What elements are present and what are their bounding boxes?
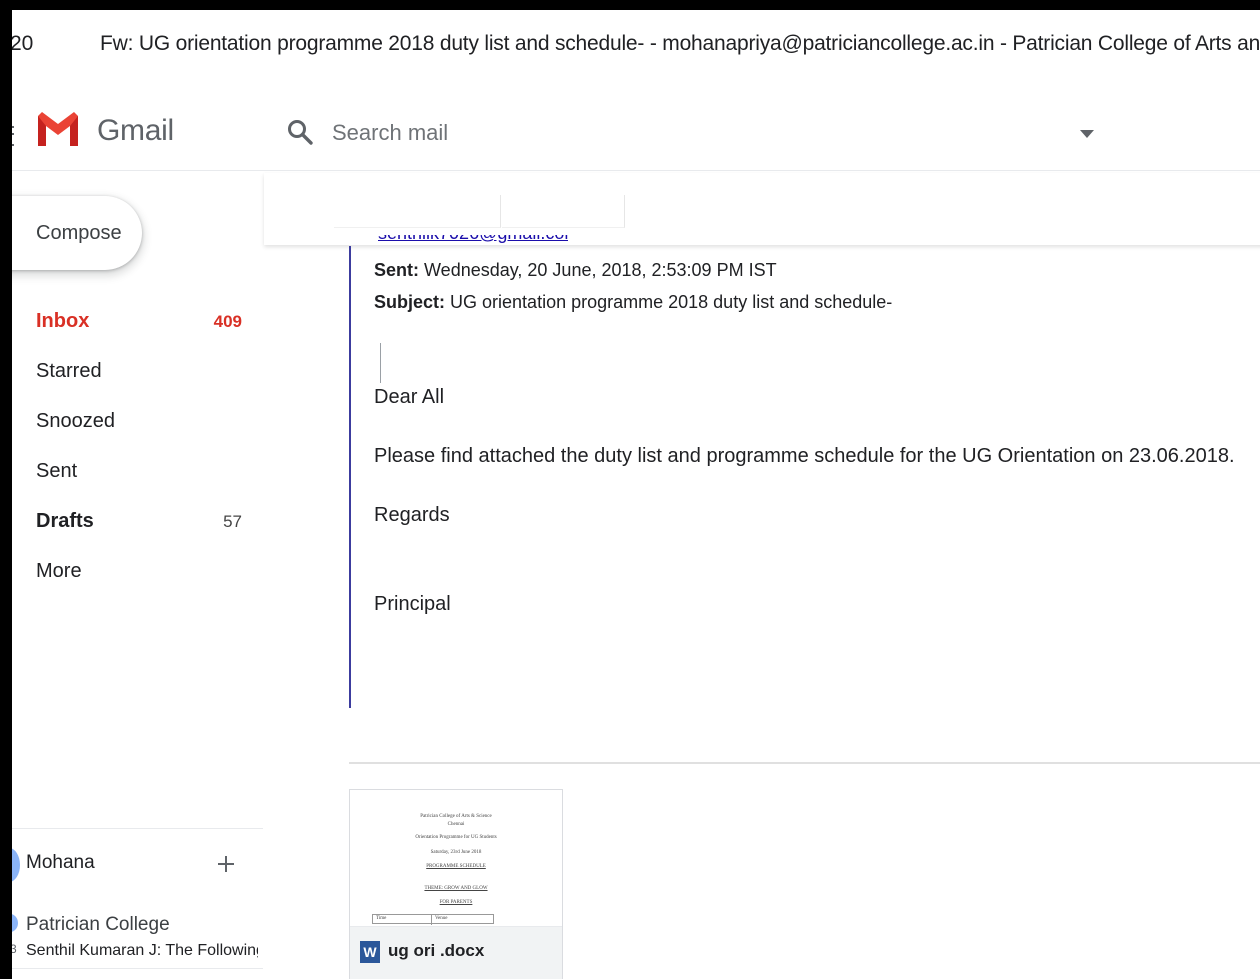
preview-line: THEME: GROW AND GLOW: [424, 886, 488, 891]
subject-label: Subject:: [374, 292, 446, 312]
sidebar-divider: [12, 828, 263, 829]
gmail-header: Gmail: [12, 78, 1260, 171]
sidebar-item-label: Sent: [36, 460, 78, 482]
attachment-card[interactable]: Patrician College of Arts & Science Chen…: [349, 789, 563, 979]
preview-line: Orientation Programme for UG Students: [415, 835, 497, 840]
gmail-window: 20 Fw: UG orientation programme 2018 dut…: [12, 10, 1260, 979]
drafts-count: 57: [223, 512, 242, 531]
preview-line: FOR PARENTS: [439, 900, 473, 905]
preview-line: Patrician College of Arts & Science: [420, 814, 492, 819]
sidebar-item-label: Starred: [36, 360, 102, 382]
email-signature: Principal: [374, 593, 451, 615]
sidebar-item-more[interactable]: More: [12, 550, 262, 600]
subject-value: UG orientation programme 2018 duty list …: [450, 292, 893, 312]
word-doc-icon: W: [360, 941, 380, 963]
unread-count: 409: [213, 312, 242, 331]
gmail-logo[interactable]: [34, 108, 82, 148]
window-title: Fw: UG orientation programme 2018 duty l…: [100, 32, 1260, 55]
search-icon[interactable]: [286, 118, 314, 146]
chat-count: 3: [12, 942, 17, 956]
sidebar-item-drafts[interactable]: Drafts 57: [12, 500, 262, 550]
toolbar-tab[interactable]: [502, 195, 625, 228]
chat-snippet: Senthil Kumaran J: The Following fa: [26, 942, 258, 959]
sidebar-item-label: Inbox: [36, 310, 90, 332]
attachment-preview[interactable]: Patrician College of Arts & Science Chen…: [350, 790, 562, 926]
preview-table-header: Time: [376, 916, 387, 921]
sent-label: Sent:: [374, 260, 419, 280]
from-email-link[interactable]: senthilk7026@gmail.com: [378, 235, 568, 249]
preview-line: Saturday, 23rd June 2018: [430, 850, 482, 855]
preview-table: Time Venue: [372, 914, 494, 925]
gmail-logo-text: Gmail: [97, 114, 174, 147]
chat-divider: [12, 968, 263, 969]
sidebar-item-inbox[interactable]: Inbox 409: [12, 300, 262, 350]
hangouts-user-name: Mohana: [26, 852, 95, 873]
sent-line: Sent: Wednesday, 20 June, 2018, 2:53:09 …: [374, 260, 777, 281]
preview-line: PROGRAMME SCHEDULE: [426, 864, 486, 869]
attachments-divider: [349, 762, 1260, 764]
quote-bar: [349, 246, 351, 708]
email-greeting: Dear All: [374, 386, 445, 408]
sidebar-item-sent[interactable]: Sent: [12, 450, 262, 500]
menu-icon[interactable]: [12, 126, 14, 146]
avatar: [12, 914, 18, 932]
from-email-text[interactable]: senthilk7026@gmail.com: [378, 235, 568, 244]
sidebar-item-label: Snoozed: [36, 410, 115, 432]
attachment-footer[interactable]: W ug ori .docx: [350, 926, 562, 979]
toolbar-tab[interactable]: [334, 195, 501, 228]
window-title-bar: 20 Fw: UG orientation programme 2018 dut…: [12, 10, 1260, 78]
sidebar-item-snoozed[interactable]: Snoozed: [12, 400, 262, 450]
preview-table-header: Venue: [435, 916, 448, 921]
preview-line: Chennai: [447, 822, 465, 827]
sidebar-item-label: Drafts: [36, 510, 94, 532]
search-input[interactable]: [330, 116, 1034, 150]
chat-title: Patrician College: [26, 914, 170, 935]
tab-number: 20: [12, 32, 34, 55]
plus-icon[interactable]: [216, 854, 236, 874]
text-caret: [380, 343, 381, 383]
sidebar-nav: Inbox 409 Starred Snoozed Sent Drafts 57…: [12, 300, 262, 600]
sent-value: Wednesday, 20 June, 2018, 2:53:09 PM IST: [424, 260, 777, 280]
attachment-name: ug ori .docx: [388, 941, 485, 960]
sidebar-item-label: More: [36, 560, 82, 582]
email-regards: Regards: [374, 504, 450, 526]
subject-line: Subject: UG orientation programme 2018 d…: [374, 292, 892, 313]
avatar: [12, 848, 20, 882]
compose-button[interactable]: Compose: [12, 196, 142, 270]
dropdown-arrow-icon[interactable]: [1080, 130, 1094, 138]
hangouts-user[interactable]: Mohana: [12, 842, 263, 892]
email-body: Please find attached the duty list and p…: [374, 445, 1235, 467]
sidebar-item-starred[interactable]: Starred: [12, 350, 262, 400]
